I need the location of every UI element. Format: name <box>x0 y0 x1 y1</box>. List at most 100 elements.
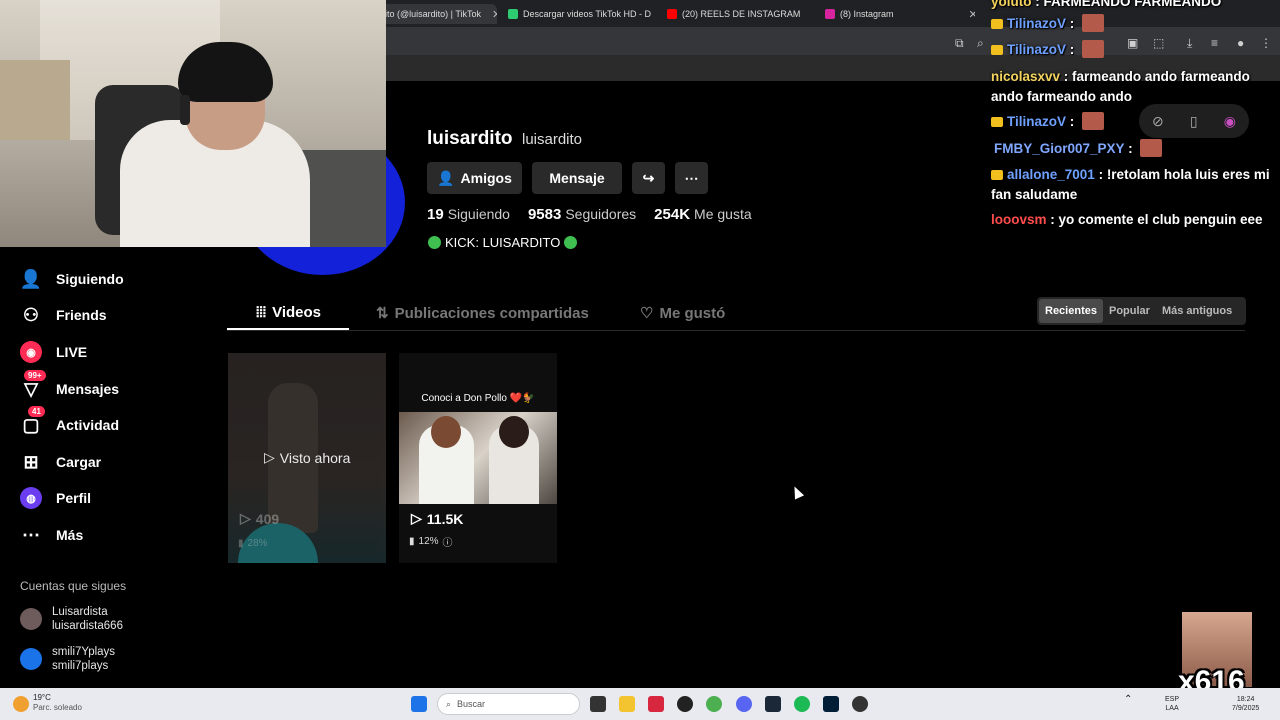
video-plays: ▷ 409 <box>240 510 280 527</box>
sidebar-item-more[interactable]: ⋯ Más <box>20 523 83 547</box>
instagram-icon <box>825 9 835 19</box>
chat-message: FMBY_Gior007_PXY : <box>991 139 1276 159</box>
avatar <box>20 608 42 630</box>
emote-icon <box>1082 112 1105 130</box>
emote-icon <box>1082 14 1105 32</box>
followed-account[interactable]: smili7Yplays smili7plays <box>20 645 115 673</box>
friends-icon: 👤 <box>437 169 455 186</box>
sort-toggle: Recientes Popular Más antiguos <box>1037 297 1246 325</box>
play-icon: ▷ <box>240 510 251 526</box>
followed-account[interactable]: Luisardista luisardista666 <box>20 605 123 633</box>
friends-button[interactable]: 👤 Amigos <box>427 162 522 194</box>
photoshop-icon[interactable] <box>823 696 839 712</box>
likes-count: 254K Me gusta <box>654 206 752 223</box>
task-view-icon[interactable] <box>590 696 606 712</box>
tab-reels[interactable]: (20) REELS DE INSTAGRAM <box>667 4 812 24</box>
windows-start-icon[interactable] <box>411 696 427 712</box>
followers-count[interactable]: 9583 Seguidores <box>528 206 636 223</box>
tab-liked[interactable]: ♡ Me gustó <box>640 304 725 323</box>
youtube-icon <box>667 9 677 19</box>
sidebar-item-label: Friends <box>56 307 107 323</box>
repost-icon: ⇅ <box>376 305 389 322</box>
friends-icon: ⚇ <box>22 304 40 325</box>
sidebar-item-live[interactable]: ◉ LIVE <box>20 340 87 364</box>
tab-reposts[interactable]: ⇅ Publicaciones compartidas <box>376 304 589 323</box>
share-button[interactable]: ↪ <box>632 162 665 194</box>
crown-badge-icon <box>991 117 1003 127</box>
profile-icon: ◍ <box>20 487 42 509</box>
sidebar-item-label: Siguiendo <box>56 271 124 287</box>
bar-chart-icon: ▮ <box>238 538 244 549</box>
taskbar-search[interactable]: ⌕ Buscar <box>437 693 580 715</box>
profile-username: luisardito <box>427 128 513 149</box>
more-icon: ⋯ <box>22 524 40 545</box>
video-retention: ▮ 12% ⓘ <box>409 534 453 549</box>
discord-icon[interactable] <box>736 696 752 712</box>
chat-message: yoluto : FARMEANDO FARMEANDO <box>991 0 1222 9</box>
messages-icon: ▽ 99+ <box>20 370 46 400</box>
info-icon[interactable]: ⓘ <box>443 534 453 549</box>
profile-bio: KICK: LUISARDITO <box>428 235 578 250</box>
video-retention: ▮ 28% <box>238 538 268 549</box>
chrome-icon[interactable] <box>706 696 722 712</box>
tab-tiktok[interactable]: dito (@luisardito) | TikTok ✕ <box>372 4 497 24</box>
green-circle-icon <box>428 236 441 249</box>
sort-popular-button[interactable]: Popular <box>1103 299 1156 323</box>
sidebar-item-label: Cargar <box>56 454 102 470</box>
language-indicator[interactable]: ESP LAA <box>1165 695 1179 713</box>
play-icon: ▷ <box>411 510 422 526</box>
video-card[interactable]: Conoci a Don Pollo ❤️🐓 ▷ 11.5K ▮ 12% ⓘ <box>399 353 557 563</box>
more-options-button[interactable]: ⋯ <box>675 162 708 194</box>
install-icon[interactable]: ⧉ <box>955 36 964 51</box>
sort-recent-button[interactable]: Recientes <box>1039 299 1103 323</box>
zoom-icon[interactable]: ⌕ <box>977 36 984 51</box>
play-icon: ▷ <box>264 449 275 465</box>
more-dots-icon: ⋯ <box>684 169 699 186</box>
crown-badge-icon <box>991 19 1003 29</box>
message-button[interactable]: Mensaje <box>532 162 622 194</box>
sidebar-item-following[interactable]: 👤 Siguiendo <box>20 267 124 291</box>
sidebar-item-friends[interactable]: ⚇ Friends <box>20 303 107 327</box>
bar-chart-icon: ▮ <box>409 536 415 547</box>
grid-icon: ⦙⦙⦙ <box>256 304 267 321</box>
weather-icon[interactable] <box>13 696 29 712</box>
close-icon[interactable]: ✕ <box>492 8 497 21</box>
close-icon[interactable]: ✕ <box>969 8 975 21</box>
emote-icon <box>1140 139 1163 157</box>
tab-title: Descargar videos TikTok HD - D <box>523 9 652 19</box>
phone-icon[interactable]: ▯ <box>1190 113 1198 130</box>
video-plays: ▷ 11.5K <box>411 510 464 527</box>
app-icon[interactable] <box>648 696 664 712</box>
upload-icon: ⊞ <box>23 451 39 472</box>
steam-icon[interactable] <box>765 696 781 712</box>
tab-title: (8) Instagram <box>840 9 894 19</box>
tab-videos[interactable]: ⦙⦙⦙ Videos <box>256 304 321 321</box>
file-explorer-icon[interactable] <box>619 696 635 712</box>
sort-oldest-button[interactable]: Más antiguos <box>1156 299 1238 323</box>
app-logo-icon[interactable]: ◉ <box>1224 113 1236 130</box>
sidebar-item-activity[interactable]: ▢ 41 Actividad <box>20 406 119 437</box>
webcam-overlay <box>0 0 386 247</box>
tab-instagram[interactable]: (8) Instagram ✕ <box>825 4 975 24</box>
crown-badge-icon <box>991 170 1003 180</box>
following-count[interactable]: 19 Siguiendo <box>427 206 510 223</box>
spotify-icon[interactable] <box>794 696 810 712</box>
tab-label: Publicaciones compartidas <box>394 304 589 322</box>
app-icon[interactable] <box>852 696 868 712</box>
sidebar-item-upload[interactable]: ⊞ Cargar <box>20 450 101 474</box>
obs-icon[interactable] <box>677 696 693 712</box>
message-button-label: Mensaje <box>549 170 605 186</box>
viewed-now-overlay: ▷ Visto ahora <box>264 449 351 466</box>
windows-taskbar <box>0 688 1280 720</box>
sidebar-item-profile[interactable]: ◍ Perfil <box>20 486 91 510</box>
green-circle-icon <box>564 236 578 249</box>
tray-chevron-icon[interactable]: ⌃ <box>1124 695 1132 705</box>
sidebar-item-messages[interactable]: ▽ 99+ Mensajes <box>20 370 119 401</box>
mouse-cursor <box>789 484 805 500</box>
video-card[interactable]: ▷ Visto ahora ▷ 409 ▮ 28% <box>228 353 386 563</box>
weather-widget[interactable]: 19°C Parc. soleado <box>33 693 82 713</box>
compass-icon[interactable]: ⊘ <box>1152 113 1164 130</box>
tab-downloader[interactable]: Descargar videos TikTok HD - D ✕ <box>508 4 656 24</box>
tab-title: dito (@luisardito) | TikTok <box>380 9 482 19</box>
clock[interactable]: 18:24 7/9/2025 <box>1232 695 1259 713</box>
